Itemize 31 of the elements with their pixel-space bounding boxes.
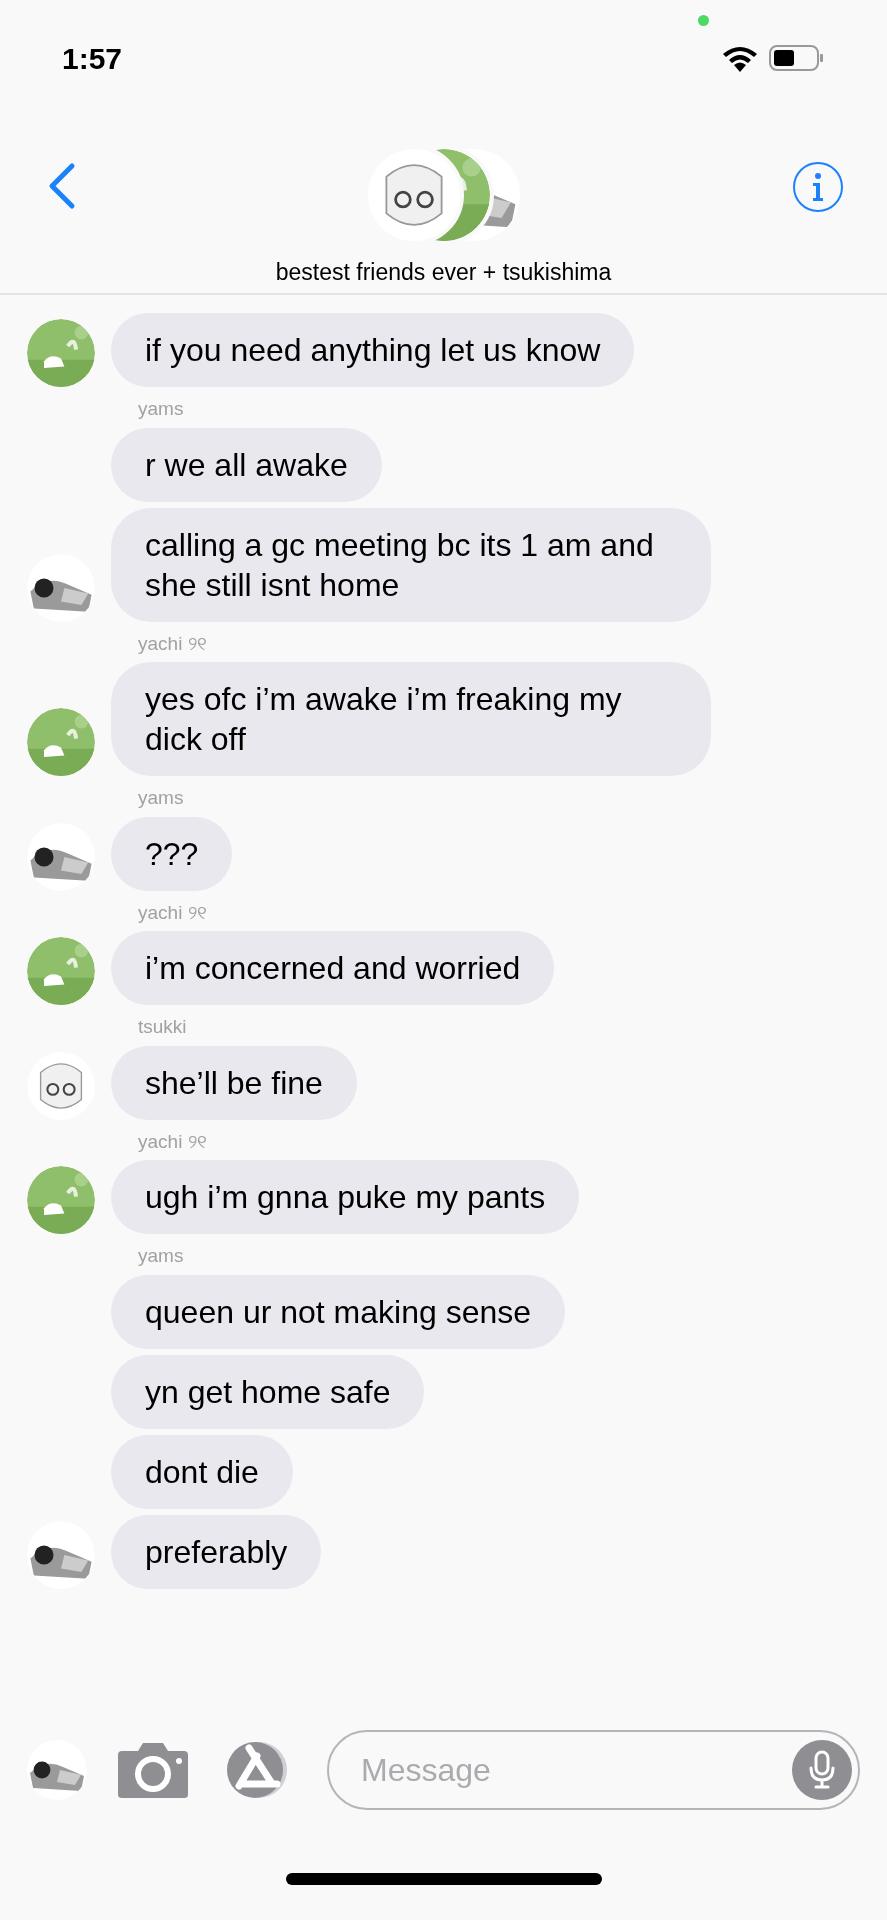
message-bubble: yn get home safe: [111, 1354, 425, 1429]
message-bubble: ugh i’m gnna puke my pants: [111, 1160, 580, 1234]
info-icon: [811, 172, 825, 202]
status-time: 1:57: [62, 40, 123, 77]
message-bubble: preferably: [111, 1514, 322, 1589]
camera-icon: [116, 1741, 190, 1799]
microphone-icon: [808, 1750, 836, 1790]
message-field[interactable]: Message: [327, 1730, 860, 1810]
message-bubble: if you need anything let us know: [111, 313, 635, 387]
message-bubble: i’m concerned and worried: [111, 931, 555, 1005]
sender-name: yams: [138, 1244, 185, 1268]
conversation-title: bestest friends ever + tsukishima: [275, 258, 612, 287]
sender-name: yachi ୨୧: [138, 900, 208, 925]
message-bubble: she’ll be fine: [111, 1045, 357, 1120]
message-bubble: r we all awake: [111, 427, 382, 502]
back-icon: [48, 162, 76, 210]
sender-name: yams: [138, 786, 185, 810]
battery-icon: [769, 44, 825, 72]
message-bubble: queen ur not making sense: [111, 1274, 566, 1349]
wifi-icon: [721, 44, 759, 72]
sender-name: yams: [138, 397, 185, 421]
sender-name: tsukki: [138, 1015, 188, 1039]
sender-name: yachi ୨୧: [138, 631, 208, 656]
message-bubble: yes ofc i’m awake i’m freaking my dick off: [111, 662, 711, 776]
message-bubble: ???: [111, 816, 233, 891]
camera-button[interactable]: [115, 1740, 191, 1800]
microphone-button[interactable]: [792, 1740, 852, 1800]
info-button[interactable]: [793, 162, 843, 212]
message-bubble: calling a gc meeting bc its 1 am and she still isnt home: [111, 507, 711, 622]
sender-name: yachi ୨୧: [138, 1129, 208, 1154]
message-bubble: dont die: [111, 1434, 293, 1509]
